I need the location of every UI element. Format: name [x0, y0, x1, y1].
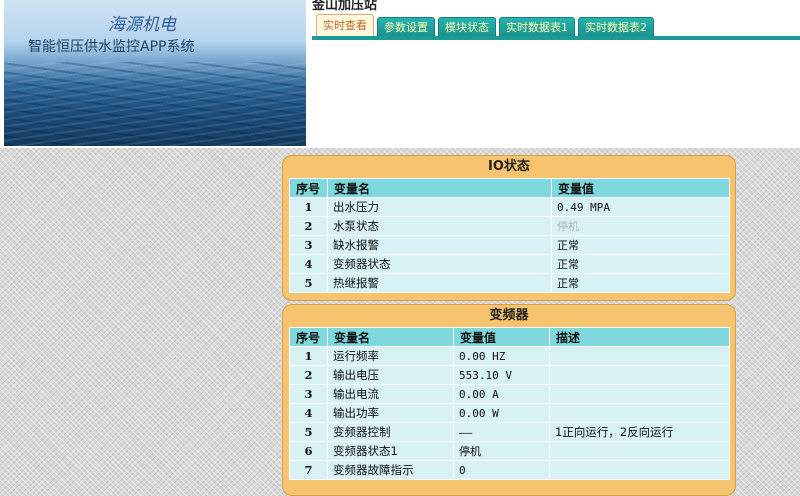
col-header-name: 变量名	[327, 327, 454, 347]
row-index: 2	[289, 365, 328, 385]
tab-realtime-table-2[interactable]: 实时数据表2	[578, 17, 654, 38]
vfd-table: 序号 变量名 变量值 描述 1 运行频率 0.00 HZ 2 输出电压 553.…	[289, 327, 730, 480]
table-row: 5 变频器控制 —— 1正向运行，2反向运行	[289, 422, 730, 442]
variable-value: 0.49 MPA	[551, 197, 730, 217]
table-row: 1 出水压力 0.49 MPA	[289, 197, 730, 217]
row-index: 2	[289, 216, 328, 236]
variable-description	[549, 441, 730, 461]
page-title: 金山加压站	[312, 0, 378, 13]
table-header-row: 序号 变量名 变量值 描述	[289, 327, 730, 347]
col-header-index: 序号	[289, 327, 328, 347]
variable-description	[549, 384, 730, 404]
col-header-description: 描述	[549, 327, 730, 347]
variable-value: 0	[453, 460, 550, 480]
row-index: 3	[289, 384, 328, 404]
variable-value: 正常	[551, 235, 730, 255]
io-status-table: 序号 变量名 变量值 1 出水压力 0.49 MPA 2 水泵状态 停机 3 缺…	[289, 178, 730, 293]
brand-name: 海源机电	[108, 15, 176, 35]
variable-name: 变频器状态1	[327, 441, 454, 461]
table-row: 2 输出电压 553.10 V	[289, 365, 730, 385]
variable-name: 水泵状态	[327, 216, 552, 236]
banner-image: 海源机电 智能恒压供水监控APP系统	[4, 0, 306, 146]
table-row: 4 变频器状态 正常	[289, 254, 730, 274]
tab-bar: 实时查看 参数设置 模块状态 实时数据表1 实时数据表2	[316, 14, 657, 38]
tab-module-status[interactable]: 模块状态	[438, 17, 496, 38]
io-status-panel: IO状态 序号 变量名 变量值 1 出水压力 0.49 MPA 2 水泵状态 停…	[282, 155, 736, 301]
variable-description: 1正向运行，2反向运行	[549, 422, 730, 442]
row-index: 5	[289, 273, 328, 293]
ocean-waves-graphic	[4, 62, 306, 146]
variable-name: 运行频率	[327, 346, 454, 366]
variable-value: 0.00 A	[453, 384, 550, 404]
tab-realtime-table-1[interactable]: 实时数据表1	[499, 17, 575, 38]
tab-realtime-view[interactable]: 实时查看	[316, 14, 374, 38]
table-row: 7 变频器故障指示 0	[289, 460, 730, 480]
variable-value: 正常	[551, 254, 730, 274]
row-index: 1	[289, 346, 328, 366]
row-index: 4	[289, 403, 328, 423]
table-header-row: 序号 变量名 变量值	[289, 178, 730, 198]
variable-value: 正常	[551, 273, 730, 293]
app-name: 智能恒压供水监控APP系统	[28, 39, 195, 55]
table-row: 3 缺水报警 正常	[289, 235, 730, 255]
variable-name: 变频器状态	[327, 254, 552, 274]
table-row: 2 水泵状态 停机	[289, 216, 730, 236]
variable-name: 变频器控制	[327, 422, 454, 442]
variable-value: 停机	[551, 216, 730, 236]
vfd-panel: 变频器 序号 变量名 变量值 描述 1 运行频率 0.00 HZ 2 输出电压 …	[282, 304, 736, 496]
table-row: 4 输出功率 0.00 W	[289, 403, 730, 423]
variable-name: 变频器故障指示	[327, 460, 454, 480]
header: 海源机电 智能恒压供水监控APP系统 金山加压站 实时查看 参数设置 模块状态 实时数…	[0, 0, 800, 148]
table-row: 6 变频器状态1 停机	[289, 441, 730, 461]
col-header-name: 变量名	[327, 178, 552, 198]
variable-description	[549, 346, 730, 366]
table-row: 5 热继报警 正常	[289, 273, 730, 293]
variable-description	[549, 365, 730, 385]
variable-name: 输出电压	[327, 365, 454, 385]
vfd-panel-title: 变频器	[489, 308, 529, 323]
variable-value: 停机	[453, 441, 550, 461]
row-index: 6	[289, 441, 328, 461]
row-index: 1	[289, 197, 328, 217]
tab-parameter-settings[interactable]: 参数设置	[377, 17, 435, 38]
tab-underline	[312, 36, 800, 40]
col-header-index: 序号	[289, 178, 328, 198]
variable-value: ——	[453, 422, 550, 442]
io-panel-title: IO状态	[488, 159, 530, 174]
table-row: 1 运行频率 0.00 HZ	[289, 346, 730, 366]
variable-value: 0.00 HZ	[453, 346, 550, 366]
variable-name: 热继报警	[327, 273, 552, 293]
variable-value: 553.10 V	[453, 365, 550, 385]
row-index: 3	[289, 235, 328, 255]
row-index: 4	[289, 254, 328, 274]
variable-name: 输出功率	[327, 403, 454, 423]
col-header-value: 变量值	[551, 178, 730, 198]
variable-name: 输出电流	[327, 384, 454, 404]
col-header-value: 变量值	[453, 327, 550, 347]
variable-name: 出水压力	[327, 197, 552, 217]
variable-description	[549, 460, 730, 480]
table-row: 3 输出电流 0.00 A	[289, 384, 730, 404]
variable-name: 缺水报警	[327, 235, 552, 255]
variable-description	[549, 403, 730, 423]
variable-value: 0.00 W	[453, 403, 550, 423]
row-index: 7	[289, 460, 328, 480]
row-index: 5	[289, 422, 328, 442]
